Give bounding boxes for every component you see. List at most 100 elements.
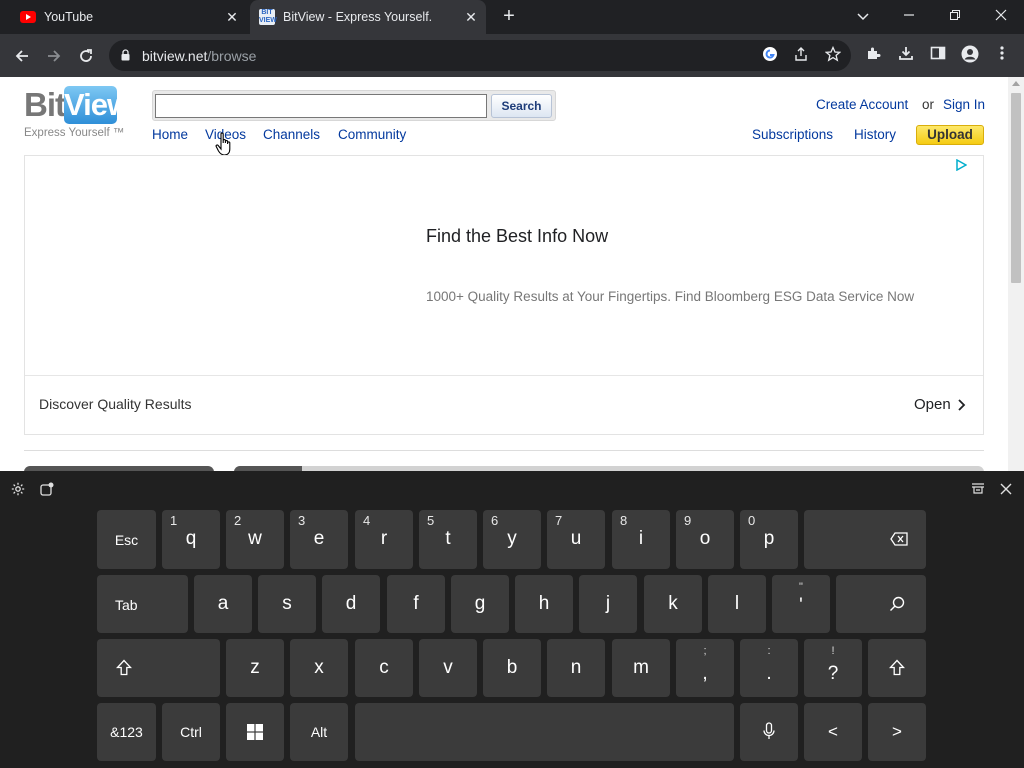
key-shift-right[interactable] <box>868 639 926 697</box>
scroll-thumb[interactable] <box>1011 93 1021 283</box>
tab-title: YouTube <box>44 10 94 24</box>
ad-open-button[interactable]: Open <box>914 396 951 413</box>
key-d[interactable]: d <box>322 575 380 633</box>
key-question[interactable]: !? <box>804 639 862 697</box>
scroll-up-arrow-icon[interactable] <box>1012 81 1020 86</box>
divider <box>24 450 984 451</box>
ad-divider <box>25 375 983 376</box>
keyboard-close-icon[interactable] <box>998 482 1014 498</box>
close-tab-icon[interactable]: ✕ <box>224 9 240 25</box>
key-period[interactable]: :. <box>740 639 798 697</box>
tab-strip: YouTube ✕ BIT VIEW BitView - Express Your… <box>0 0 1024 34</box>
key-search[interactable] <box>836 575 926 633</box>
emoji-panel-icon[interactable] <box>39 482 55 498</box>
close-tab-icon[interactable]: ✕ <box>463 9 479 25</box>
shift-icon <box>889 659 905 676</box>
bitview-logo[interactable]: Bit View Express Yourself ™ <box>24 86 131 139</box>
key-shift-left[interactable] <box>97 639 220 697</box>
key-u[interactable]: 7u <box>547 510 605 569</box>
key-windows[interactable] <box>226 703 284 761</box>
sign-in-link[interactable]: Sign In <box>943 97 985 112</box>
key-esc[interactable]: Esc <box>97 510 156 569</box>
key-e[interactable]: 3e <box>290 510 348 569</box>
key-left-arrow[interactable]: < <box>804 703 862 761</box>
key-z[interactable]: z <box>226 639 284 697</box>
key-comma[interactable]: ;, <box>676 639 734 697</box>
keyboard-settings-gear-icon[interactable] <box>10 482 26 498</box>
ad-headline[interactable]: Find the Best Info Now <box>426 226 608 247</box>
key-b[interactable]: b <box>483 639 541 697</box>
keyboard-dock-icon[interactable] <box>970 482 986 498</box>
new-tab-button[interactable]: + <box>499 6 519 26</box>
nav-channels[interactable]: Channels <box>263 127 320 142</box>
extensions-icon[interactable] <box>864 45 884 65</box>
key-apostrophe[interactable]: " ' <box>772 575 830 633</box>
close-window-button[interactable] <box>989 4 1013 28</box>
shift-icon <box>116 659 132 676</box>
ad-banner[interactable]: Find the Best Info Now 1000+ Quality Res… <box>24 155 984 435</box>
google-lens-icon[interactable] <box>760 46 780 66</box>
minimize-button[interactable] <box>897 4 921 28</box>
key-alt[interactable]: Alt <box>290 703 348 761</box>
key-p[interactable]: 0p <box>740 510 798 569</box>
tab-search-icon[interactable] <box>851 4 875 28</box>
microphone-icon <box>763 722 775 739</box>
chevron-right-icon <box>958 399 966 411</box>
key-q[interactable]: 1q <box>162 510 220 569</box>
scrollbar[interactable] <box>1008 77 1024 471</box>
reload-button[interactable] <box>73 43 99 69</box>
web-page: Bit View Express Yourself ™ Search Home … <box>0 77 1008 471</box>
youtube-icon <box>20 11 36 23</box>
key-r[interactable]: 4r <box>355 510 413 569</box>
forward-button[interactable] <box>41 43 67 69</box>
key-f[interactable]: f <box>387 575 445 633</box>
key-k[interactable]: k <box>644 575 702 633</box>
key-v[interactable]: v <box>419 639 477 697</box>
tab-bitview[interactable]: BIT VIEW BitView - Express Yourself. ✕ <box>250 0 486 34</box>
key-h[interactable]: h <box>515 575 573 633</box>
key-right-arrow[interactable]: > <box>868 703 926 761</box>
menu-kebab-icon[interactable] <box>992 45 1012 65</box>
key-m[interactable]: m <box>612 639 670 697</box>
search-input[interactable] <box>155 94 487 118</box>
key-j[interactable]: j <box>579 575 637 633</box>
key-a[interactable]: a <box>194 575 252 633</box>
key-x[interactable]: x <box>290 639 348 697</box>
address-bar[interactable]: bitview.net/browse <box>109 40 851 71</box>
key-t[interactable]: 5t <box>419 510 477 569</box>
key-w[interactable]: 2w <box>226 510 284 569</box>
key-o[interactable]: 9o <box>676 510 734 569</box>
key-l[interactable]: l <box>708 575 766 633</box>
key-s[interactable]: s <box>258 575 316 633</box>
create-account-link[interactable]: Create Account <box>816 97 908 112</box>
download-icon[interactable] <box>896 45 916 65</box>
back-button[interactable] <box>9 43 35 69</box>
nav-community[interactable]: Community <box>338 127 406 142</box>
tab-title: BitView - Express Yourself. <box>283 10 433 24</box>
subscriptions-link[interactable]: Subscriptions <box>752 127 833 142</box>
key-n[interactable]: n <box>547 639 605 697</box>
restore-button[interactable] <box>943 4 967 28</box>
key-g[interactable]: g <box>451 575 509 633</box>
share-icon[interactable] <box>791 46 811 66</box>
key-backspace[interactable] <box>804 510 926 569</box>
ad-description: 1000+ Quality Results at Your Fingertips… <box>426 289 915 304</box>
key-microphone[interactable] <box>740 703 798 761</box>
ad-choices-icon[interactable] <box>955 159 967 171</box>
bookmark-star-icon[interactable] <box>823 45 843 66</box>
side-panel-icon[interactable] <box>928 45 948 65</box>
profile-icon[interactable] <box>960 45 980 65</box>
upload-button[interactable]: Upload <box>916 125 984 145</box>
search-button[interactable]: Search <box>491 94 552 118</box>
key-c[interactable]: c <box>355 639 413 697</box>
lock-icon <box>121 49 130 61</box>
tab-youtube[interactable]: YouTube ✕ <box>8 0 248 34</box>
history-link[interactable]: History <box>854 127 896 142</box>
key-i[interactable]: 8i <box>612 510 670 569</box>
key-y[interactable]: 6y <box>483 510 541 569</box>
key-symbols[interactable]: &123 <box>97 703 156 761</box>
key-tab[interactable]: Tab <box>97 575 188 633</box>
key-ctrl[interactable]: Ctrl <box>162 703 220 761</box>
key-space[interactable] <box>355 703 734 761</box>
nav-home[interactable]: Home <box>152 127 188 142</box>
